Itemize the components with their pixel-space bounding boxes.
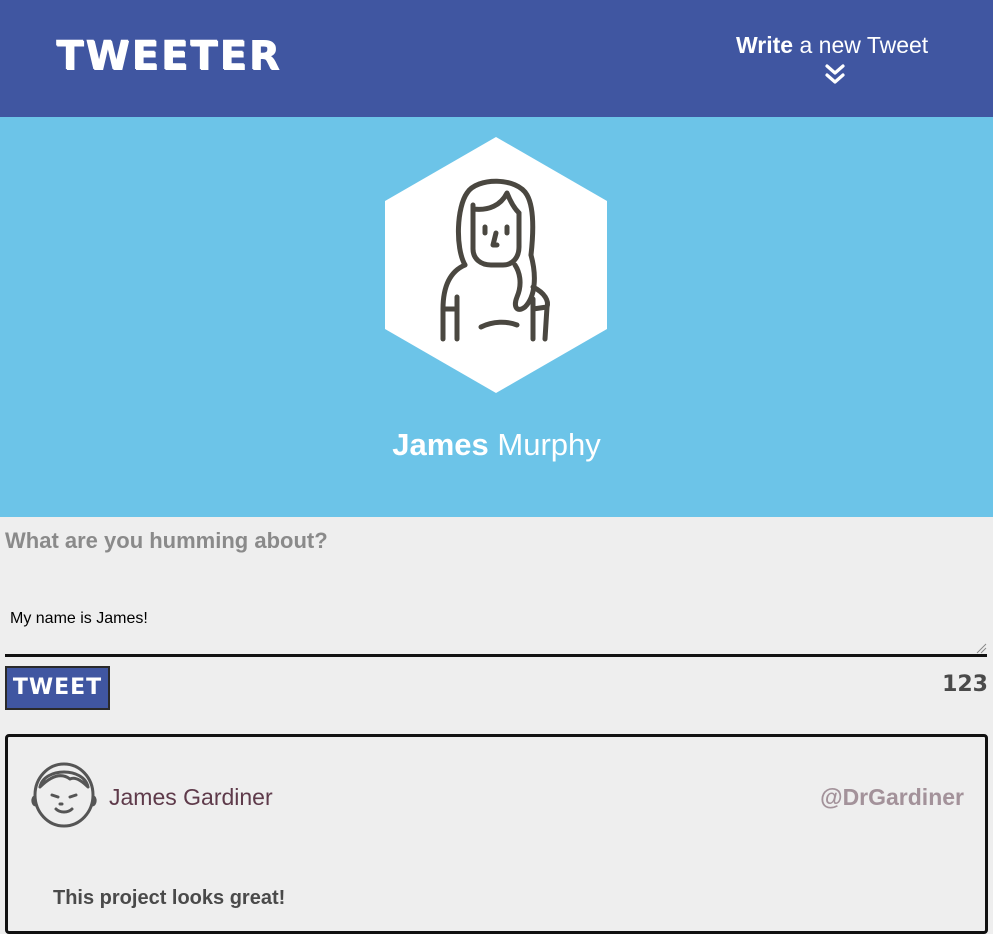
profile-header: James Murphy [0,117,993,517]
tweet-textarea[interactable] [5,596,987,657]
write-tweet-toggle[interactable]: Write a new Tweet [736,31,936,84]
profile-first-name: James [392,427,489,462]
top-nav: TWEETER Write a new Tweet [0,0,993,117]
app-logo[interactable]: TWEETER [56,36,281,76]
tweet-card: James Gardiner @DrGardiner This project … [5,734,988,934]
woman-avatar-icon [385,137,607,393]
man-avatar-icon [31,762,97,828]
write-tweet-strong: Write [736,32,794,58]
profile-name: James Murphy [0,427,993,463]
tweet-author-name: James Gardiner [109,784,273,810]
profile-last-name: Murphy [497,427,601,462]
write-tweet-rest: a new Tweet [793,32,929,58]
tweet-submit-button[interactable]: TWEET [5,666,110,710]
character-counter: 123 [942,672,988,697]
double-chevron-down-icon[interactable] [823,62,847,86]
tweet-content: This project looks great! [53,887,286,909]
resize-grip-icon[interactable] [975,642,987,654]
compose-label: What are you humming about? [5,528,328,553]
tweet-author-handle: @DrGardiner [820,784,964,810]
